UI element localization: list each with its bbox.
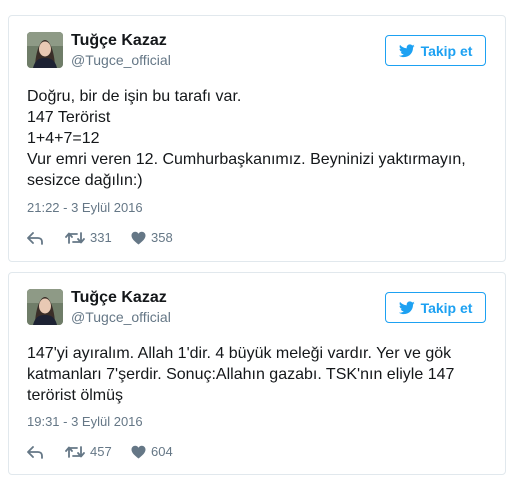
avatar[interactable] — [27, 32, 63, 68]
retweet-button[interactable]: 457 — [65, 444, 131, 459]
retweet-count: 457 — [90, 444, 112, 459]
reply-icon — [27, 231, 43, 245]
follow-label: Takip et — [420, 42, 473, 59]
retweet-icon — [65, 445, 85, 458]
reply-button[interactable] — [27, 231, 65, 245]
tweet-line: katmanları 7'şerdir. Sonuç:Allahın gazab… — [27, 366, 455, 383]
tweet-line: 147'yi ayıralım. Allah 1'dir. 4 büyük me… — [27, 345, 452, 362]
tweet-timestamp[interactable]: 19:31 - 3 Eylül 2016 — [27, 414, 143, 429]
tweet-timestamp[interactable]: 21:22 - 3 Eylül 2016 — [27, 200, 143, 215]
tweet-line: terörist ölmüş — [27, 387, 124, 404]
tweet-line: Doğru, bir de işin bu tarafı var. — [27, 88, 242, 105]
tweet-line: sesizce dağılın:) — [27, 172, 143, 189]
like-button[interactable]: 358 — [131, 230, 173, 245]
avatar[interactable] — [27, 289, 63, 325]
tweet-card: Tuğçe Kazaz @Tugce_official Takip et Doğ… — [8, 15, 506, 262]
reply-icon — [27, 445, 43, 459]
heart-icon — [131, 231, 146, 244]
retweet-count: 331 — [90, 230, 112, 245]
reply-button[interactable] — [27, 445, 65, 459]
follow-button[interactable]: Takip et — [385, 292, 486, 323]
tweet-line: 1+4+7=12 — [27, 130, 100, 147]
author-handle[interactable]: @Tugce_official — [71, 309, 171, 325]
tweet-text: 147'yi ayıralım. Allah 1'dir. 4 büyük me… — [27, 343, 497, 406]
author-handle[interactable]: @Tugce_official — [71, 52, 171, 68]
author-name[interactable]: Tuğçe Kazaz — [71, 289, 167, 307]
tweet-line: 147 Terörist — [27, 109, 111, 126]
tweet-line: Vur emri veren 12. Cumhurbaşkanımız. Bey… — [27, 151, 466, 168]
twitter-bird-icon — [398, 43, 415, 57]
like-count: 604 — [151, 444, 173, 459]
twitter-bird-icon — [398, 300, 415, 314]
follow-button[interactable]: Takip et — [385, 35, 486, 66]
tweet-actions: 331 358 — [27, 230, 173, 245]
retweet-button[interactable]: 331 — [65, 230, 131, 245]
tweet-text: Doğru, bir de işin bu tarafı var. 147 Te… — [27, 86, 497, 191]
like-button[interactable]: 604 — [131, 444, 173, 459]
retweet-icon — [65, 231, 85, 244]
author-name[interactable]: Tuğçe Kazaz — [71, 32, 167, 50]
follow-label: Takip et — [420, 299, 473, 316]
heart-icon — [131, 445, 146, 458]
tweet-actions: 457 604 — [27, 444, 173, 459]
like-count: 358 — [151, 230, 173, 245]
tweet-card: Tuğçe Kazaz @Tugce_official Takip et 147… — [8, 272, 506, 475]
